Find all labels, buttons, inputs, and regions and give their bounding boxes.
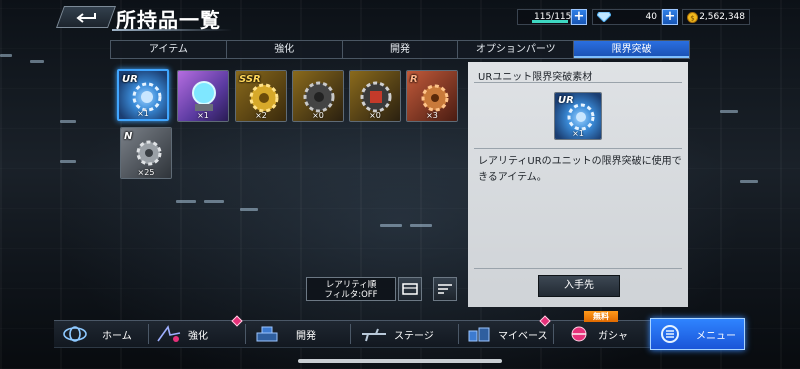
acquisition-source-button[interactable]: 入手先 bbox=[538, 275, 620, 297]
tab-option-parts[interactable]: オプションパーツ bbox=[458, 41, 575, 58]
item-count: ×2 bbox=[255, 111, 267, 120]
nav-label: マイベース bbox=[498, 330, 548, 342]
bg-light bbox=[380, 224, 402, 227]
home-indicator[interactable] bbox=[298, 359, 502, 363]
item-ssr-limit-break[interactable]: SSR ×2 bbox=[235, 70, 287, 122]
back-arrow-icon bbox=[76, 13, 96, 23]
enhance-icon bbox=[157, 325, 181, 342]
item-ur-limit-break[interactable]: UR ×1 bbox=[117, 69, 169, 121]
sort-label: レアリティ順 bbox=[325, 280, 377, 290]
item-count: ×0 bbox=[369, 111, 381, 120]
back-button[interactable] bbox=[55, 6, 117, 28]
filter-status: フィルタ:OFF bbox=[324, 290, 378, 300]
coin-value: 2,562,348 bbox=[699, 12, 745, 22]
nav-divider bbox=[553, 324, 554, 344]
list-view-icon bbox=[402, 283, 418, 295]
tab-items[interactable]: アイテム bbox=[111, 41, 227, 58]
item-count: ×25 bbox=[137, 168, 155, 177]
sort-icon bbox=[438, 284, 452, 294]
coin-icon: $ bbox=[687, 11, 698, 23]
free-badge: 無料 bbox=[584, 311, 618, 322]
nav-label: ホーム bbox=[102, 330, 132, 342]
nav-label: 強化 bbox=[188, 330, 208, 342]
home-icon bbox=[63, 326, 87, 342]
item-gear-part[interactable]: ×0 bbox=[292, 70, 344, 122]
sort-order-button[interactable] bbox=[433, 277, 457, 301]
detail-item-thumbnail: UR ×1 bbox=[554, 92, 602, 140]
nav-label: ガシャ bbox=[598, 330, 628, 342]
nav-divider bbox=[350, 324, 351, 344]
bg-light bbox=[240, 208, 258, 211]
nav-stage[interactable]: ステージ bbox=[360, 320, 434, 348]
bg-light bbox=[60, 120, 76, 123]
nav-mybase[interactable]: マイベース bbox=[466, 320, 548, 348]
item-crystal-orb[interactable]: ×1 bbox=[177, 70, 229, 122]
nav-gacha[interactable]: ガシャ bbox=[566, 320, 628, 348]
item-count: ×1 bbox=[197, 111, 209, 120]
energy-gauge bbox=[532, 20, 568, 23]
coin-counter: $ 2,562,348 bbox=[682, 9, 750, 25]
nav-home[interactable]: ホーム bbox=[62, 320, 132, 348]
bg-light bbox=[720, 110, 738, 113]
category-tabs: アイテム 強化 開発 オプションパーツ 限界突破 bbox=[110, 40, 690, 59]
item-rarity: R bbox=[410, 74, 418, 85]
menu-icon bbox=[661, 325, 679, 343]
detail-description: レアリティURのユニットの限界突破に使用できるアイテム。 bbox=[478, 156, 682, 183]
bg-light bbox=[740, 180, 758, 183]
energy-add-button[interactable]: + bbox=[571, 9, 587, 25]
bg-light bbox=[30, 60, 44, 63]
bg-light bbox=[60, 160, 76, 163]
item-count: ×1 bbox=[137, 109, 149, 118]
bg-light bbox=[204, 200, 224, 203]
title-underline bbox=[112, 29, 232, 31]
bg-light bbox=[0, 54, 12, 57]
gem-add-button[interactable]: + bbox=[662, 9, 678, 25]
nav-menu-content[interactable]: メニュー bbox=[658, 320, 736, 348]
nav-label: メニュー bbox=[696, 330, 736, 342]
item-rarity: UR bbox=[122, 74, 138, 85]
tab-limit-break[interactable]: 限界突破 bbox=[574, 41, 689, 58]
item-detail-panel: URユニット限界突破素材 UR ×1 レアリティURのユニットの限界突破に使用で… bbox=[468, 62, 688, 307]
mybase-icon bbox=[468, 327, 490, 342]
stage-icon bbox=[362, 328, 386, 342]
item-rarity: SSR bbox=[239, 74, 261, 85]
energy-counter: 115/115 bbox=[517, 9, 571, 25]
detail-item-count: ×1 bbox=[572, 129, 584, 138]
gem-icon bbox=[597, 12, 611, 22]
nav-divider bbox=[458, 324, 459, 344]
divider bbox=[474, 148, 682, 149]
bg-light bbox=[176, 200, 196, 203]
sort-filter-button[interactable]: レアリティ順 フィルタ:OFF bbox=[306, 277, 396, 301]
nav-enhance[interactable]: 強化 bbox=[156, 320, 208, 348]
divider bbox=[474, 82, 682, 83]
nav-develop[interactable]: 開発 bbox=[254, 320, 316, 348]
nav-divider bbox=[148, 324, 149, 344]
bg-light bbox=[410, 224, 432, 227]
tab-enhance[interactable]: 強化 bbox=[227, 41, 343, 58]
item-count: ×3 bbox=[426, 111, 438, 120]
develop-icon bbox=[256, 326, 278, 342]
nav-label: ステージ bbox=[394, 330, 434, 342]
item-n-limit-break[interactable]: N ×25 bbox=[120, 127, 172, 179]
item-r-limit-break[interactable]: R ×3 bbox=[406, 70, 458, 122]
gem-value: 40 bbox=[645, 12, 657, 22]
item-count: ×0 bbox=[312, 111, 324, 120]
detail-item-rarity: UR bbox=[558, 95, 574, 106]
item-rarity: N bbox=[124, 131, 133, 142]
divider bbox=[474, 268, 682, 269]
svg-text:$: $ bbox=[690, 14, 694, 22]
nav-divider bbox=[245, 324, 246, 344]
gacha-icon bbox=[571, 326, 587, 342]
item-chip-part[interactable]: ×0 bbox=[349, 70, 401, 122]
nav-label: 開発 bbox=[296, 330, 316, 342]
gem-counter: 40 bbox=[592, 9, 662, 25]
view-toggle-button[interactable] bbox=[398, 277, 422, 301]
detail-title: URユニット限界突破素材 bbox=[478, 72, 593, 83]
tab-develop[interactable]: 開発 bbox=[343, 41, 459, 58]
